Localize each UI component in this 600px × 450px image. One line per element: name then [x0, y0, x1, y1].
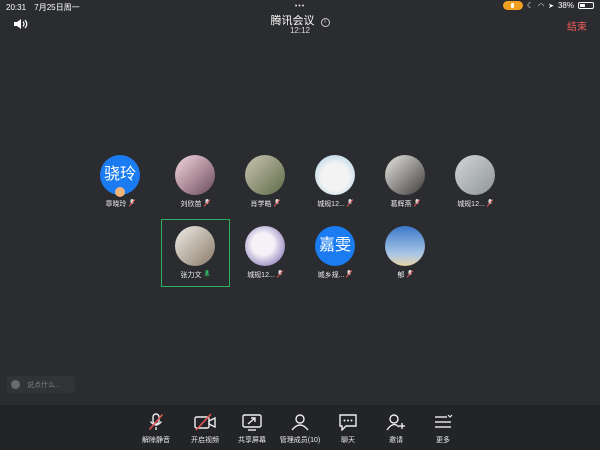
mic-muted-icon [273, 199, 280, 207]
chat-icon [339, 414, 357, 431]
avatar: 嘉雯 [315, 226, 355, 266]
mic-off-icon [148, 413, 164, 431]
toolbar-label: 更多 [436, 437, 450, 444]
mic-muted-icon [276, 270, 283, 278]
participant-name: 城规12... [440, 199, 510, 209]
participant-name: 肖学皓 [230, 199, 300, 209]
participant-tile[interactable]: 城规12... [300, 155, 370, 209]
participant-name: 城规12... [230, 270, 300, 280]
avatar-text: 骁玲 [103, 166, 136, 183]
mic-muted-icon [486, 199, 493, 207]
avatar [175, 155, 215, 195]
participant-name: 章晓玲 [85, 199, 155, 209]
participant-name-text: 刘欣苗 [180, 201, 202, 208]
chat-placeholder: 说点什么... [27, 382, 61, 389]
participant-name: 城乡规... [300, 270, 370, 280]
participant-name-text: 城乡规... [317, 272, 345, 279]
chat-input[interactable]: 说点什么... [7, 376, 75, 393]
mic-muted-icon [406, 270, 413, 278]
avatar [455, 155, 495, 195]
participant-name: 郁 [370, 270, 440, 280]
participant-name: 城规12... [300, 199, 370, 209]
participant-name-text: 葛辉燕 [390, 201, 412, 208]
share-screen-icon [242, 414, 262, 431]
invite-icon [386, 414, 405, 431]
participant-tile[interactable]: 葛辉燕 [370, 155, 440, 209]
avatar: 骁玲 [100, 155, 140, 197]
participant-name-text: 肖学皓 [250, 201, 272, 208]
participant-name: 葛辉燕 [370, 199, 440, 209]
participant-grid: 骁玲 章晓玲 刘欣苗 肖学皓 城规12... 葛辉燕 城规12... 张力文 城… [0, 0, 600, 450]
participant-name-text: 郁 [397, 272, 405, 279]
emoji-icon[interactable] [11, 380, 20, 389]
participant-name-text: 章晓玲 [105, 201, 127, 208]
participant-name: 刘欣苗 [160, 199, 230, 209]
participant-tile[interactable]: 肖学皓 [230, 155, 300, 209]
participant-tile[interactable]: 城规12... [230, 226, 300, 280]
avatar [175, 226, 215, 266]
participant-tile[interactable]: 骁玲 章晓玲 [85, 155, 155, 209]
participant-tile-speaking[interactable]: 张力文 [160, 226, 230, 280]
mic-muted-icon [346, 270, 353, 278]
avatar [385, 226, 425, 266]
mic-muted-icon [413, 199, 420, 207]
participant-name-text: 城规12... [247, 272, 275, 279]
members-icon [291, 414, 309, 431]
participant-name-text: 城规12... [457, 201, 485, 208]
avatar-text: 嘉雯 [318, 237, 351, 254]
mic-muted-icon [203, 199, 210, 207]
host-badge-icon [115, 187, 125, 197]
mic-active-icon [203, 270, 210, 277]
participant-tile[interactable]: 刘欣苗 [160, 155, 230, 209]
participant-tile[interactable]: 嘉雯 城乡规... [300, 226, 370, 280]
avatar [385, 155, 425, 195]
mic-muted-icon [346, 199, 353, 207]
video-off-icon [194, 413, 216, 431]
participant-tile[interactable]: 城规12... [440, 155, 510, 209]
participant-name-text: 张力文 [180, 272, 202, 279]
avatar [245, 155, 285, 195]
participant-tile[interactable]: 郁 [370, 226, 440, 280]
bottom-toolbar: 解除静音 开启视频 共享屏幕 管理成员(10) 聊天 邀请 更多 [0, 405, 600, 450]
more-icon [435, 414, 453, 428]
mic-muted-icon [128, 199, 135, 207]
participant-name: 张力文 [160, 270, 230, 280]
avatar [315, 155, 355, 195]
more-button[interactable]: 更多 [413, 413, 473, 445]
participant-name-text: 城规12... [317, 201, 345, 208]
avatar [245, 226, 285, 266]
